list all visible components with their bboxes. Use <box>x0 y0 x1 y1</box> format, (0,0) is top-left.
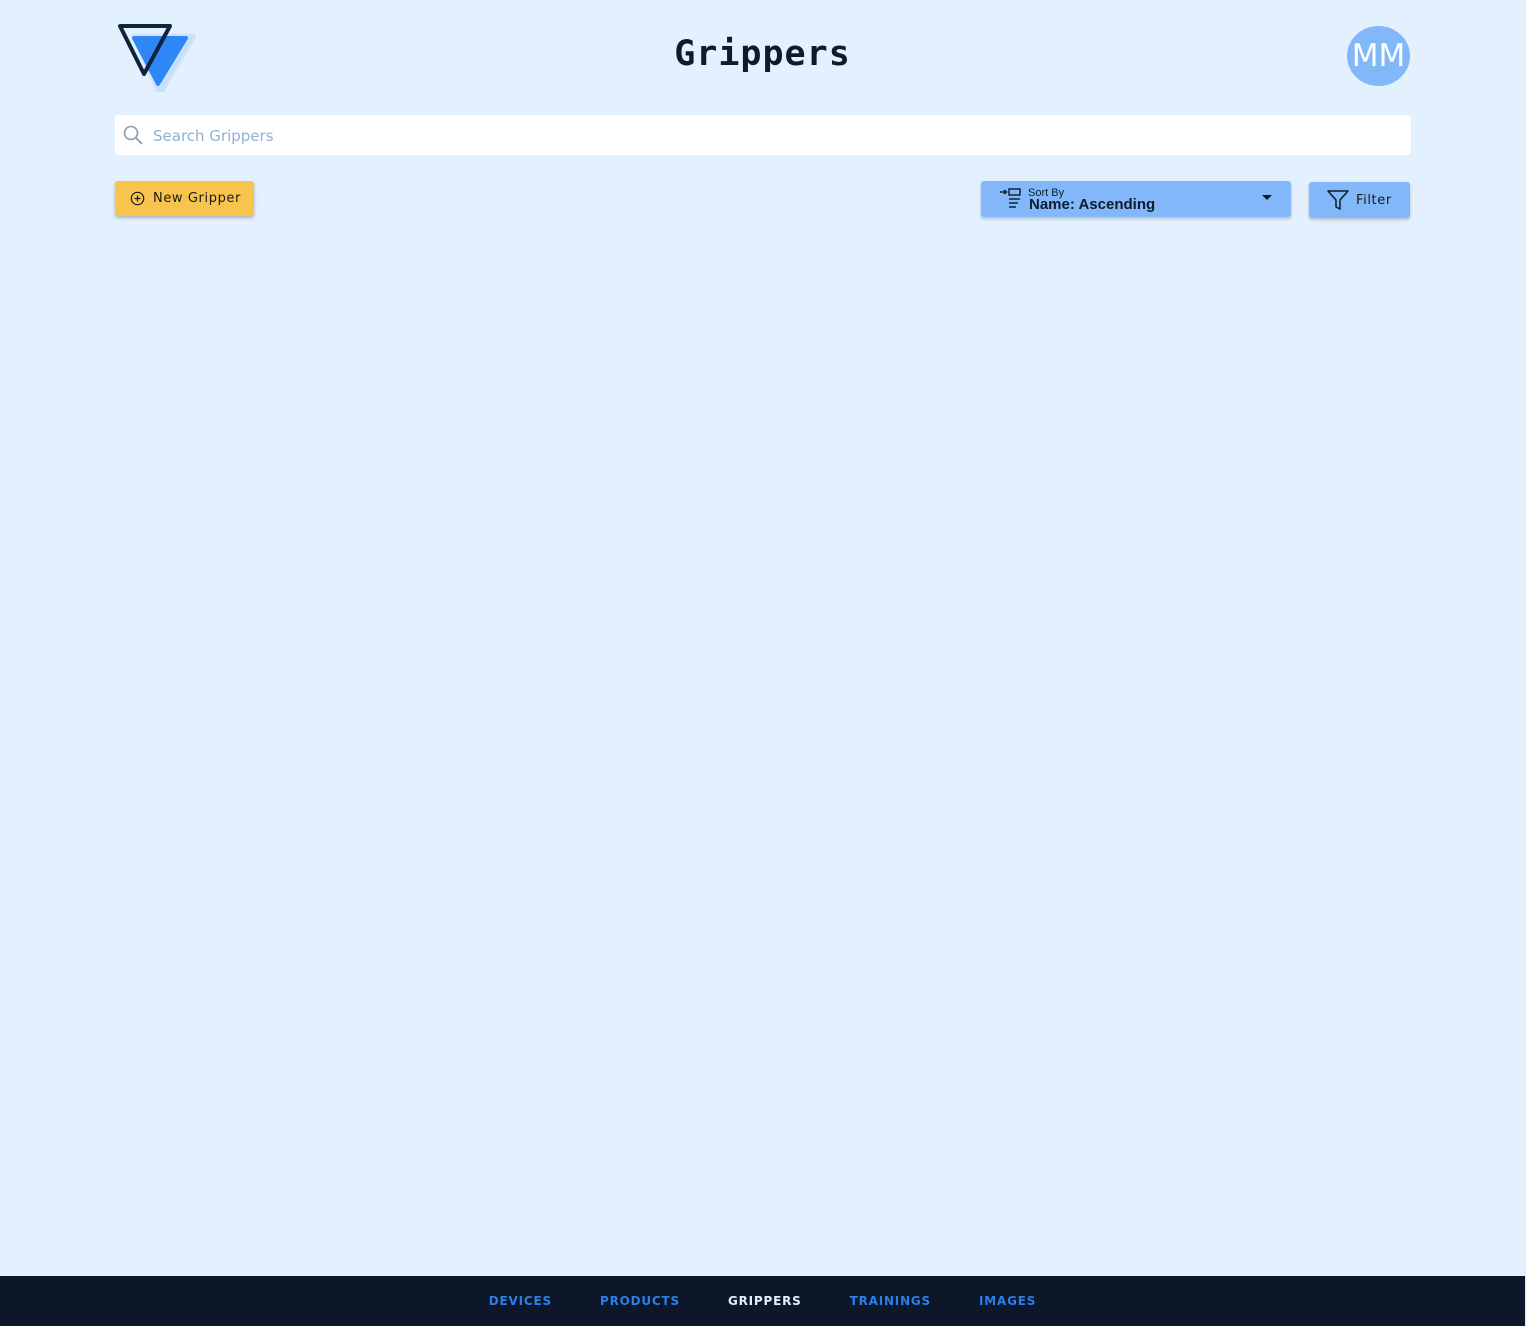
bottom-nav: DEVICES PRODUCTS GRIPPERS TRAININGS IMAG… <box>0 1276 1525 1326</box>
plus-circle-icon <box>130 191 153 206</box>
avatar-initials: MM <box>1351 38 1406 74</box>
filter-label: Filter <box>1356 192 1392 208</box>
filter-button[interactable]: Filter <box>1309 182 1410 218</box>
new-gripper-button[interactable]: New Gripper <box>115 181 254 216</box>
page-scrollbar[interactable] <box>1525 0 1540 1326</box>
sort-list-icon <box>999 188 1021 210</box>
search-input[interactable] <box>151 115 1395 157</box>
nav-item-devices[interactable]: DEVICES <box>489 1294 552 1308</box>
page: Grippers MM New Gripper <box>0 0 1540 1326</box>
new-gripper-label: New Gripper <box>153 191 241 206</box>
sort-by-select[interactable]: Sort By Name: Ascending <box>981 181 1291 217</box>
avatar[interactable]: MM <box>1347 26 1410 86</box>
nav-item-trainings[interactable]: TRAININGS <box>850 1294 931 1308</box>
search-icon <box>123 125 143 145</box>
nav-item-images[interactable]: IMAGES <box>979 1294 1036 1308</box>
page-title: Grippers <box>674 34 851 74</box>
funnel-icon <box>1326 188 1356 212</box>
nav-item-products[interactable]: PRODUCTS <box>600 1294 680 1308</box>
chevron-down-icon <box>1262 195 1272 200</box>
search-box[interactable] <box>115 115 1411 157</box>
nav-item-grippers[interactable]: GRIPPERS <box>728 1294 802 1308</box>
sort-by-value: Name: Ascending <box>1029 196 1156 213</box>
